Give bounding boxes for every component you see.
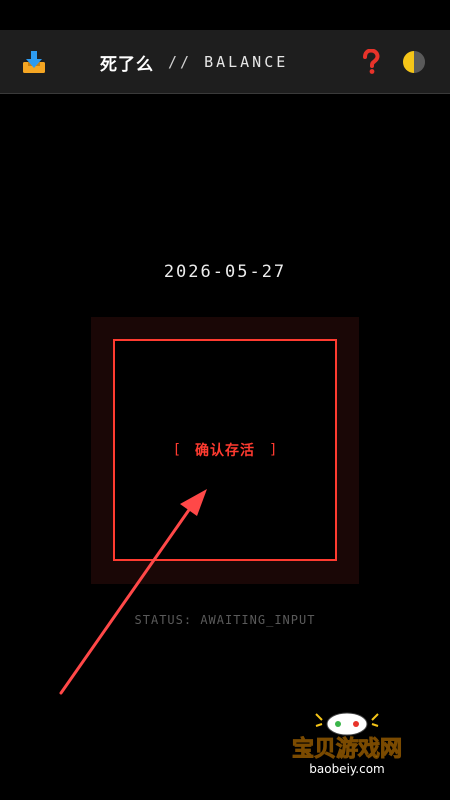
app-title: 死了么 // BALANCE [100, 50, 289, 75]
watermark-logo: 宝贝游戏网 baobeiy.com [272, 700, 422, 782]
svg-text:baobeiy.com: baobeiy.com [309, 762, 384, 776]
half-moon-theme-icon [403, 51, 425, 73]
confirm-alive-button[interactable]: [ 确认存活 ] [113, 339, 337, 561]
mode-label: BALANCE [204, 53, 289, 71]
close-bracket: ] [269, 442, 278, 458]
current-date: 2026-05-27 [163, 262, 287, 282]
system-status-bar [0, 0, 450, 30]
app-name: 死了么 [100, 54, 154, 75]
theme-toggle-button[interactable] [400, 48, 428, 76]
question-mark-icon [363, 49, 380, 74]
help-button[interactable] [357, 48, 385, 76]
status-text: STATUS: AWAITING_INPUT [134, 613, 316, 627]
download-button[interactable] [20, 48, 48, 76]
svg-text:宝贝游戏网: 宝贝游戏网 [292, 736, 402, 762]
confirm-alive-label: [ 确认存活 ] [173, 440, 278, 460]
open-bracket: [ [172, 442, 181, 458]
download-tray-icon [23, 51, 45, 73]
title-separator: // [168, 53, 193, 71]
top-app-bar: 死了么 // BALANCE [0, 30, 450, 94]
confirm-alive-text: 确认存活 [195, 443, 255, 459]
